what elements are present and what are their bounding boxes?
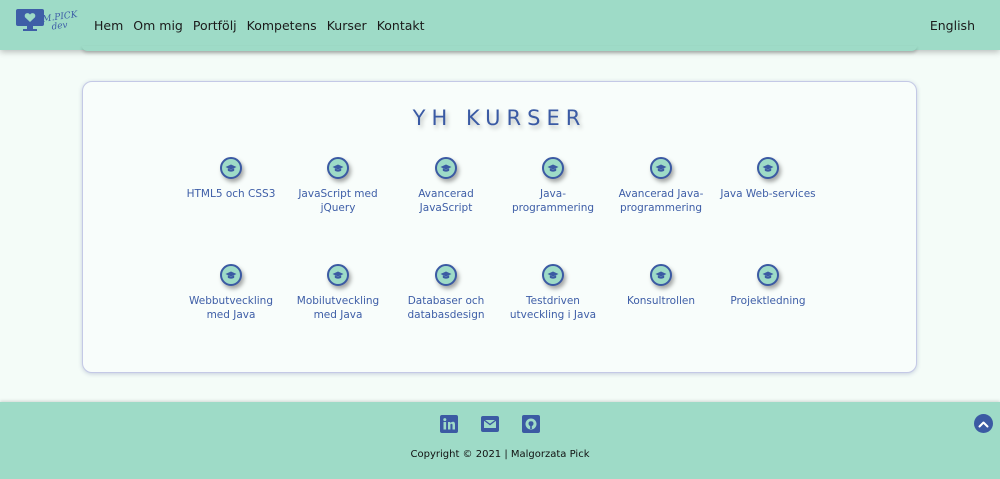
graduation-cap-icon (650, 157, 672, 179)
course-item: Avancerad Java-programmering (611, 157, 711, 215)
main-menu: Hem Om mig Portfölj Kompetens Kurser Kon… (94, 18, 425, 33)
course-item: Mobilutveckling med Java (288, 264, 388, 322)
graduation-cap-icon (542, 157, 564, 179)
nav-underlay (82, 46, 917, 51)
graduation-cap-icon (327, 264, 349, 286)
copyright: Copyright © 2021 | Malgorzata Pick (410, 449, 590, 460)
course-item: Java-programmering (503, 157, 603, 215)
linkedin-icon[interactable] (440, 415, 458, 433)
logo-text: M.PICK dev (42, 10, 84, 33)
footer: Copyright © 2021 | Malgorzata Pick (0, 402, 1000, 479)
graduation-cap-icon (542, 264, 564, 286)
course-item: Avancerad JavaScript (396, 157, 496, 215)
course-name: Avancerad Java-programmering (618, 188, 704, 214)
course-item: Webbutveckling med Java (181, 264, 281, 322)
logo[interactable]: M.PICK dev (15, 8, 78, 42)
course-name: Java-programmering (511, 188, 595, 214)
course-item: HTML5 och CSS3 (181, 157, 281, 202)
course-item: Databaser och databasdesign (396, 264, 496, 322)
navbar: M.PICK dev Hem Om mig Portfölj Kompetens… (0, 0, 1000, 50)
course-name: Avancerad JavaScript (418, 188, 474, 214)
section-title: YH KURSER (412, 106, 587, 130)
course-item: Testdriven utveckling i Java (503, 264, 603, 322)
graduation-cap-icon (757, 157, 779, 179)
graduation-cap-icon (327, 157, 349, 179)
menu-item-portfolj[interactable]: Portfölj (193, 18, 237, 33)
graduation-cap-icon (435, 157, 457, 179)
course-item: Projektledning (718, 264, 818, 309)
graduation-cap-icon (220, 157, 242, 179)
menu-item-kurser[interactable]: Kurser (327, 18, 367, 33)
github-icon[interactable] (522, 415, 540, 433)
menu-item-hem[interactable]: Hem (94, 18, 123, 33)
course-name: Java Web-services (720, 188, 816, 200)
course-name: Projektledning (730, 295, 806, 307)
menu-item-kompetens[interactable]: Kompetens (247, 18, 317, 33)
chevron-up-icon (978, 421, 989, 427)
menu-item-kontakt[interactable]: Kontakt (377, 18, 425, 33)
scroll-to-top-button[interactable] (974, 414, 993, 433)
courses-card: YH KURSER HTML5 och CSS3 JavaScript med … (82, 81, 917, 373)
course-name: Databaser och databasdesign (407, 295, 485, 321)
course-name: HTML5 och CSS3 (186, 188, 276, 200)
course-name: Mobilutveckling med Java (296, 295, 380, 321)
menu-item-om-mig[interactable]: Om mig (133, 18, 183, 33)
course-name: Webbutveckling med Java (188, 295, 273, 321)
course-item: JavaScript med jQuery (288, 157, 388, 215)
graduation-cap-icon (650, 264, 672, 286)
graduation-cap-icon (435, 264, 457, 286)
course-name: JavaScript med jQuery (298, 188, 378, 214)
email-icon[interactable] (481, 415, 499, 433)
language-toggle[interactable]: English (930, 18, 975, 33)
course-name: Testdriven utveckling i Java (509, 295, 597, 321)
course-name: Konsultrollen (626, 295, 696, 307)
course-item: Konsultrollen (611, 264, 711, 309)
graduation-cap-icon (757, 264, 779, 286)
graduation-cap-icon (220, 264, 242, 286)
monitor-heart-icon (16, 9, 44, 31)
course-item: Java Web-services (718, 157, 818, 202)
